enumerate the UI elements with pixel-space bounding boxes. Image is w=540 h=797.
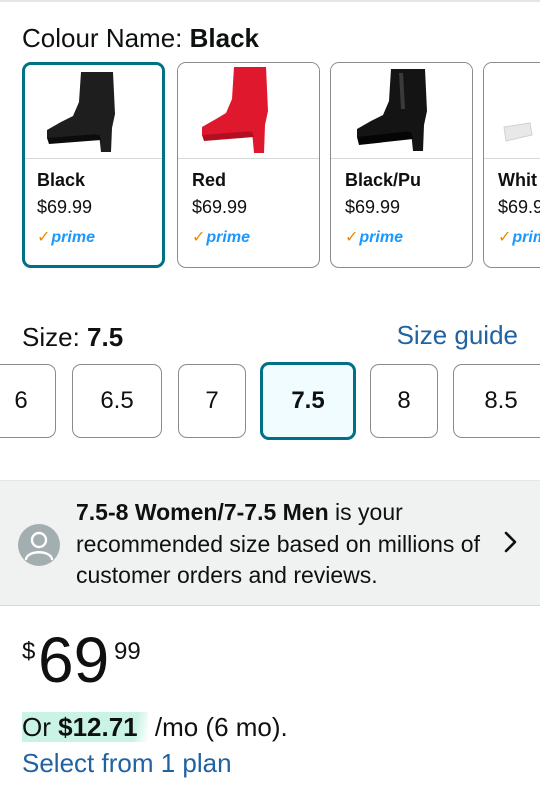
price-whole: 69 [38,624,110,696]
colour-swatch-white[interactable]: Whit $69.9 ✓prim [483,62,540,268]
swatch-image [484,63,540,159]
size-guide-link[interactable]: Size guide [397,319,518,351]
swatch-name: Whit [498,170,537,190]
colour-swatch-list: Black $69.99 ✓prime Red $69.99 ✓prime Bl… [22,62,540,272]
size-recommendation-panel[interactable]: 7.5-8 Women/7-7.5 Men is your recommende… [0,480,540,606]
prime-label: prime [206,229,250,246]
size-heading: Size: 7.5 [22,321,123,353]
select-plan-link[interactable]: Select from 1 plan [22,746,232,780]
colour-swatch-black-pu[interactable]: Black/Pu $69.99 ✓prime [330,62,473,268]
prime-label: prime [51,229,95,246]
swatch-price: $69.99 [37,197,93,217]
size-option-6[interactable]: 6 [0,364,56,438]
swatch-price: $69.99 [192,197,248,217]
prime-check-icon: ✓ [498,229,512,246]
colour-name-label: Colour Name: [22,23,190,53]
swatch-image [25,65,162,159]
colour-swatch-red[interactable]: Red $69.99 ✓prime [177,62,320,268]
prime-check-icon: ✓ [345,229,359,246]
swatch-name: Black/Pu [345,170,422,190]
size-label: Size: [22,322,88,352]
user-avatar-icon [18,524,60,566]
size-option-7[interactable]: 7 [178,364,246,438]
swatch-price: $69.9 [498,197,540,217]
size-option-8[interactable]: 8 [370,364,438,438]
swatch-image [331,63,472,159]
price-fraction: 99 [114,638,141,665]
ankle-boot-image-black [46,71,115,152]
colour-swatch-black[interactable]: Black $69.99 ✓prime [22,62,165,268]
chevron-right-icon [504,531,517,553]
prime-badge: ✓prime [192,227,250,247]
installment-amount: $12.71 [58,712,138,742]
prime-badge: ✓prime [345,227,403,247]
installment-highlight: Or $12.71 [22,712,148,742]
price-currency: $ [22,638,36,665]
swatch-price: $69.99 [345,197,401,217]
size-value: 7.5 [87,322,124,352]
size-recommendation-text: 7.5-8 Women/7-7.5 Men is your recommende… [76,497,496,592]
installment-term: /mo (6 mo). [147,712,288,742]
colour-name-value: Black [189,23,260,53]
ankle-boot-image-white [502,120,540,151]
installment-offer: Or $12.71 /mo (6 mo). [22,710,288,744]
top-divider [0,0,540,2]
prime-label: prime [359,229,403,246]
ankle-boot-image-black-pu [356,68,427,151]
size-option-8-5[interactable]: 8.5 [453,364,540,438]
swatch-image [178,63,319,159]
prime-badge: ✓prim [498,227,540,247]
colour-name-heading: Colour Name: Black [22,22,259,54]
size-option-6-5[interactable]: 6.5 [72,364,162,438]
prime-check-icon: ✓ [192,229,206,246]
size-option-7-5[interactable]: 7.5 [260,362,356,440]
prime-label: prim [512,229,540,246]
ankle-boot-image-red [201,66,268,153]
swatch-name: Black [37,170,86,190]
recommended-size: 7.5-8 Women/7-7.5 Men [76,499,329,525]
installment-prefix: Or [22,712,59,742]
size-option-list: 6 6.5 7 7.5 8 8.5 [0,362,540,440]
prime-badge: ✓prime [37,227,95,247]
prime-check-icon: ✓ [37,229,51,246]
swatch-name: Red [192,170,227,190]
